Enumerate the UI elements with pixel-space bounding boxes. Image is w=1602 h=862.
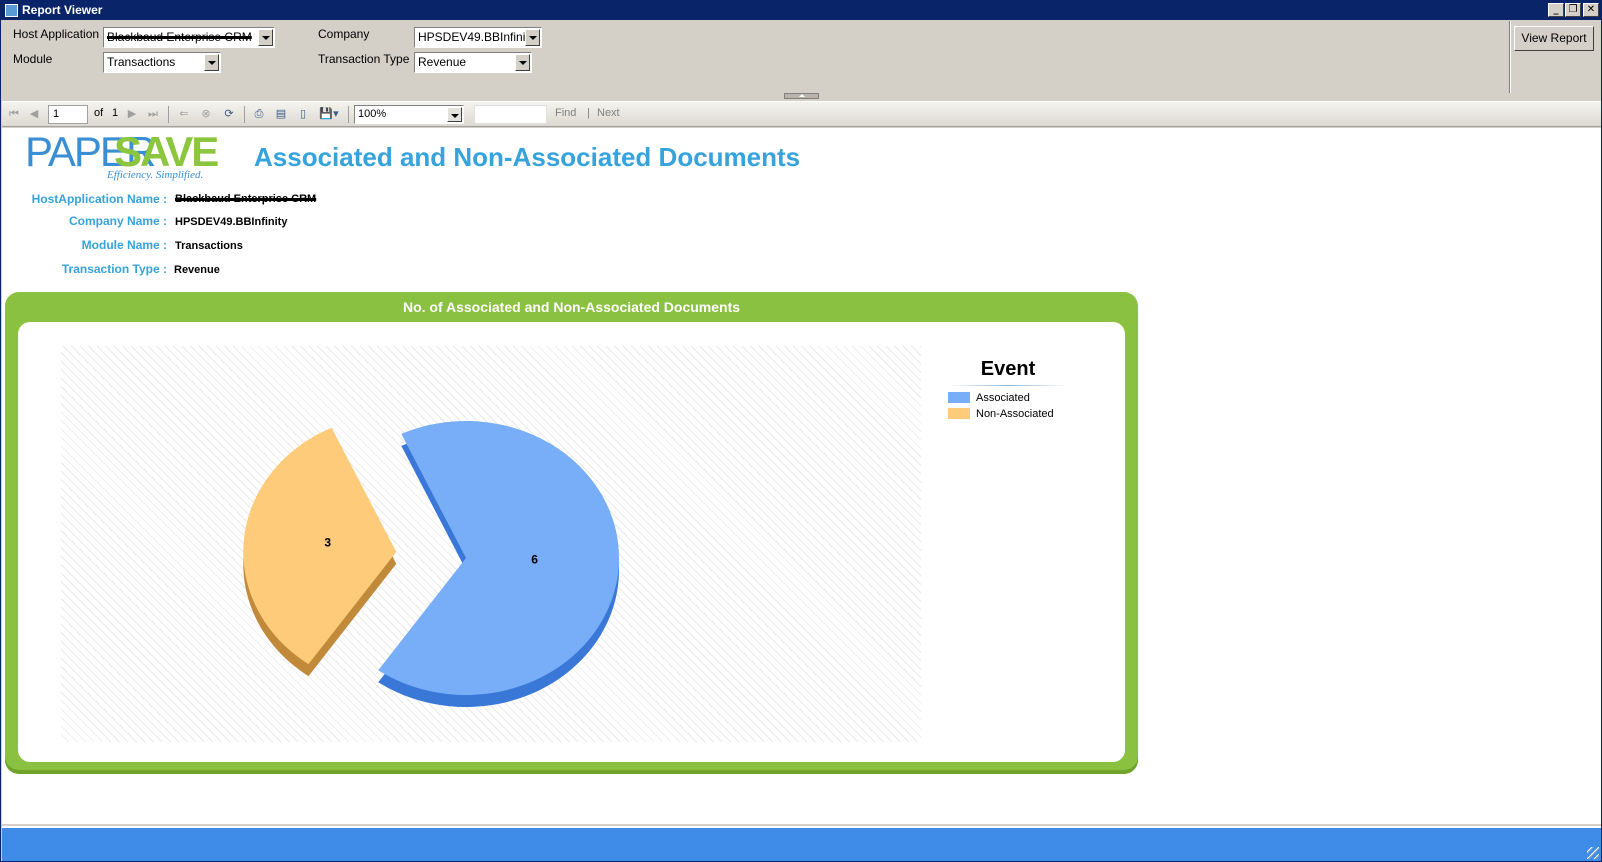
chevron-down-icon[interactable] [515, 54, 530, 71]
report-title: Associated and Non-Associated Documents [254, 142, 801, 172]
chart-plot-area: 63 [61, 346, 921, 742]
resize-grip-icon[interactable] [1587, 847, 1599, 859]
module-value: Transactions [107, 55, 176, 69]
first-page-icon[interactable]: ⏮ [7, 107, 21, 121]
pie-label-non-associated: 3 [324, 536, 331, 550]
transaction-type-label: Transaction Type [318, 52, 410, 66]
module-label: Module [13, 52, 53, 66]
print-icon[interactable]: ⎙ [252, 107, 266, 121]
chart-frame: No. of Associated and Non-Associated Doc… [5, 292, 1138, 774]
logo-tagline: Efficiency. Simplified. [107, 169, 204, 181]
toolbar-separator [244, 106, 245, 123]
report-viewer-window: Report Viewer _ ❐ ✕ Host Application Bla… [0, 0, 1602, 862]
back-icon[interactable]: ⇐ [177, 107, 191, 121]
zoom-value: 100% [358, 108, 387, 120]
chevron-down-icon[interactable] [447, 107, 462, 122]
company-label: Company [318, 27, 370, 41]
pie-label-associated: 6 [531, 552, 538, 566]
restore-button[interactable]: ❐ [1565, 3, 1581, 17]
chevron-down-icon[interactable] [258, 29, 273, 46]
chevron-down-icon[interactable] [525, 29, 540, 46]
app-icon [5, 4, 18, 17]
title-bar: Report Viewer _ ❐ ✕ [1, 1, 1601, 20]
host-application-name-value: Blackbaud Enterprise CRM [175, 193, 317, 205]
module-select[interactable]: Transactions [103, 52, 221, 73]
legend-title: Event [980, 358, 1036, 380]
view-report-button[interactable]: View Report [1514, 26, 1594, 51]
chart-panel: 63 Event Associated Non-Associated [18, 322, 1125, 762]
transaction-type-name-value: Revenue [174, 264, 220, 276]
print-layout-icon[interactable]: ▤ [274, 107, 288, 121]
zoom-select[interactable]: 100% [354, 105, 464, 124]
toolbar-separator [168, 106, 169, 123]
transaction-type-name-label: Transaction Type : [61, 262, 167, 276]
toolbar-separator-bar: | [587, 107, 590, 119]
company-value: HPSDEV49.BBInfinity [418, 30, 535, 44]
refresh-icon[interactable]: ⟳ [222, 107, 236, 121]
legend-swatch-non-associated [948, 408, 970, 419]
previous-page-icon[interactable]: ◀ [27, 107, 41, 121]
module-name-label: Module Name : [81, 238, 167, 252]
page-setup-icon[interactable]: ▯ [296, 107, 310, 121]
find-link[interactable]: Find [555, 107, 576, 119]
status-bar [2, 826, 1601, 861]
host-application-select[interactable]: Blackbaud Enterprise CRM [103, 27, 275, 48]
report-canvas: PAPER SAVE Efficiency. Simplified. Assoc… [2, 128, 1601, 824]
page-of-label: of [94, 107, 104, 119]
host-application-name-label: HostApplication Name : [31, 192, 167, 206]
window-title: Report Viewer [22, 3, 103, 17]
module-name-value: Transactions [175, 240, 243, 252]
legend-label-non-associated: Non-Associated [976, 408, 1054, 420]
toolbar-separator [348, 106, 349, 123]
next-link[interactable]: Next [597, 107, 620, 119]
chart-title: No. of Associated and Non-Associated Doc… [402, 299, 741, 315]
legend-swatch-associated [948, 392, 970, 403]
company-name-label: Company Name : [68, 214, 167, 228]
find-input[interactable] [474, 105, 547, 124]
pie-chart: 63 [243, 421, 620, 707]
transaction-type-value: Revenue [418, 55, 467, 69]
host-application-value: Blackbaud Enterprise CRM [107, 30, 252, 44]
chevron-down-icon[interactable] [204, 54, 219, 71]
legend-label-associated: Associated [976, 392, 1030, 404]
last-page-icon[interactable]: ⏭ [146, 107, 160, 121]
param-divider [1509, 21, 1511, 93]
page-number-input[interactable]: 1 [48, 105, 88, 124]
transaction-type-select[interactable]: Revenue [414, 52, 532, 73]
stop-icon[interactable]: ⊗ [199, 107, 213, 121]
company-select[interactable]: HPSDEV49.BBInfinity [414, 27, 542, 48]
export-save-icon[interactable]: 💾▾ [318, 107, 340, 121]
collapse-params-handle[interactable] [784, 93, 819, 99]
company-name-value: HPSDEV49.BBInfinity [175, 216, 288, 228]
papersave-logo: PAPER SAVE Efficiency. Simplified. [25, 128, 225, 184]
parameter-area: Host Application Blackbaud Enterprise CR… [2, 21, 1601, 100]
close-button[interactable]: ✕ [1583, 3, 1599, 17]
legend-divider [948, 385, 1068, 386]
report-toolbar: ⏮ ◀ 1 of 1 ▶ ⏭ ⇐ ⊗ ⟳ ⎙ ▤ ▯ 💾▾ 100% Find … [2, 101, 1601, 127]
next-page-icon[interactable]: ▶ [125, 107, 139, 121]
host-application-label: Host Application [13, 27, 100, 41]
page-total-label: 1 [112, 107, 119, 119]
minimize-button[interactable]: _ [1548, 3, 1564, 17]
